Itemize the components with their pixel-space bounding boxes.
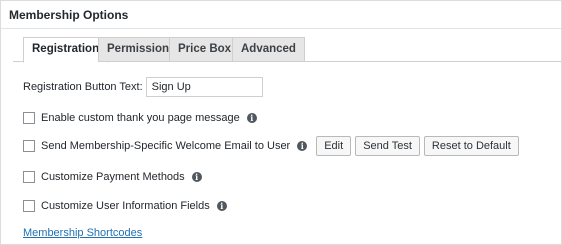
option-row-payment-methods: Customize Payment Methods i bbox=[23, 171, 202, 183]
send-test-button[interactable]: Send Test bbox=[355, 136, 420, 156]
tab-price-box[interactable]: Price Box bbox=[169, 37, 241, 62]
payment-methods-checkbox[interactable] bbox=[23, 171, 35, 183]
welcome-email-label: Send Membership-Specific Welcome Email t… bbox=[41, 140, 291, 152]
registration-button-text-input[interactable] bbox=[145, 77, 263, 97]
registration-button-text-label: Registration Button Text: bbox=[23, 81, 143, 93]
option-row-thank-you: Enable custom thank you page message i bbox=[23, 112, 257, 124]
user-info-fields-label: Customize User Information Fields bbox=[41, 200, 210, 212]
title-divider bbox=[1, 28, 561, 29]
membership-shortcodes-link[interactable]: Membership Shortcodes bbox=[23, 227, 142, 239]
tab-advanced[interactable]: Advanced bbox=[232, 37, 305, 62]
panel-title: Membership Options bbox=[9, 8, 129, 22]
user-info-fields-checkbox[interactable] bbox=[23, 200, 35, 212]
info-icon: i bbox=[216, 201, 227, 211]
welcome-email-checkbox[interactable] bbox=[23, 140, 35, 152]
info-icon: i bbox=[297, 141, 308, 151]
payment-methods-label: Customize Payment Methods bbox=[41, 171, 185, 183]
membership-options-panel: Membership Options Registration Permissi… bbox=[0, 0, 562, 245]
edit-button[interactable]: Edit bbox=[316, 136, 352, 156]
registration-button-text-row: Registration Button Text: bbox=[23, 77, 263, 97]
thank-you-label: Enable custom thank you page message bbox=[41, 112, 240, 124]
info-icon: i bbox=[191, 172, 202, 182]
option-row-user-info-fields: Customize User Information Fields i bbox=[23, 200, 227, 212]
thank-you-checkbox[interactable] bbox=[23, 112, 35, 124]
option-row-welcome-email: Send Membership-Specific Welcome Email t… bbox=[23, 136, 519, 156]
reset-to-default-button[interactable]: Reset to Default bbox=[423, 136, 519, 156]
tab-registration[interactable]: Registration bbox=[23, 37, 109, 63]
info-icon: i bbox=[246, 113, 257, 123]
